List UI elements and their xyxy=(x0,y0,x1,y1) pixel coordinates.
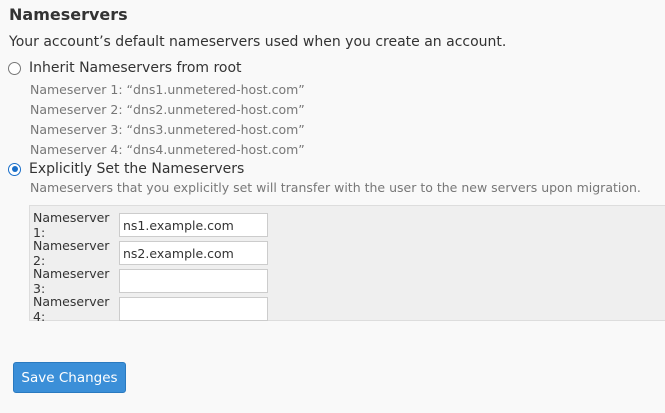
nameserver-4-input[interactable] xyxy=(119,297,268,321)
nameserver-fields-panel: Nameserver 1: Nameserver 2: Nameserver 3… xyxy=(29,205,665,324)
explicit-nameservers-option[interactable]: Explicitly Set the Nameservers xyxy=(8,161,244,177)
inherited-nameserver-3: Nameserver 3: “dns3.unmetered-host.com” xyxy=(30,122,305,137)
nameserver-3-input[interactable] xyxy=(119,269,268,293)
nameserver-1-label: Nameserver 1: xyxy=(33,210,110,240)
explicit-help-text: Nameservers that you explicitly set will… xyxy=(30,180,641,195)
explicit-radio-label[interactable]: Explicitly Set the Nameservers xyxy=(29,161,244,177)
nameservers-page: Nameservers Your account’s default names… xyxy=(0,0,665,413)
inherit-radio-label[interactable]: Inherit Nameservers from root xyxy=(29,60,242,76)
section-description: Your account’s default nameservers used … xyxy=(9,34,507,50)
save-changes-button[interactable]: Save Changes xyxy=(13,362,126,393)
page-title: Nameservers xyxy=(9,5,128,24)
nameserver-field-row-1: Nameserver 1: xyxy=(33,210,268,240)
nameserver-field-row-2: Nameserver 2: xyxy=(33,238,268,268)
inherit-radio-button[interactable] xyxy=(8,61,21,75)
explicit-radio-button[interactable] xyxy=(8,162,21,176)
inherited-nameserver-4: Nameserver 4: “dns4.unmetered-host.com” xyxy=(30,142,305,157)
inherited-nameserver-1: Nameserver 1: “dns1.unmetered-host.com” xyxy=(30,82,305,97)
nameserver-1-input[interactable] xyxy=(119,213,268,237)
nameserver-field-row-4: Nameserver 4: xyxy=(33,294,268,324)
nameserver-4-label: Nameserver 4: xyxy=(33,294,110,324)
inherited-nameserver-2: Nameserver 2: “dns2.unmetered-host.com” xyxy=(30,102,305,117)
nameserver-2-label: Nameserver 2: xyxy=(33,238,110,268)
nameserver-3-label: Nameserver 3: xyxy=(33,266,110,296)
nameserver-2-input[interactable] xyxy=(119,241,268,265)
inherited-nameserver-list: Nameserver 1: “dns1.unmetered-host.com” … xyxy=(30,80,305,160)
nameserver-field-row-3: Nameserver 3: xyxy=(33,266,268,296)
inherit-nameservers-option[interactable]: Inherit Nameservers from root xyxy=(8,60,242,76)
